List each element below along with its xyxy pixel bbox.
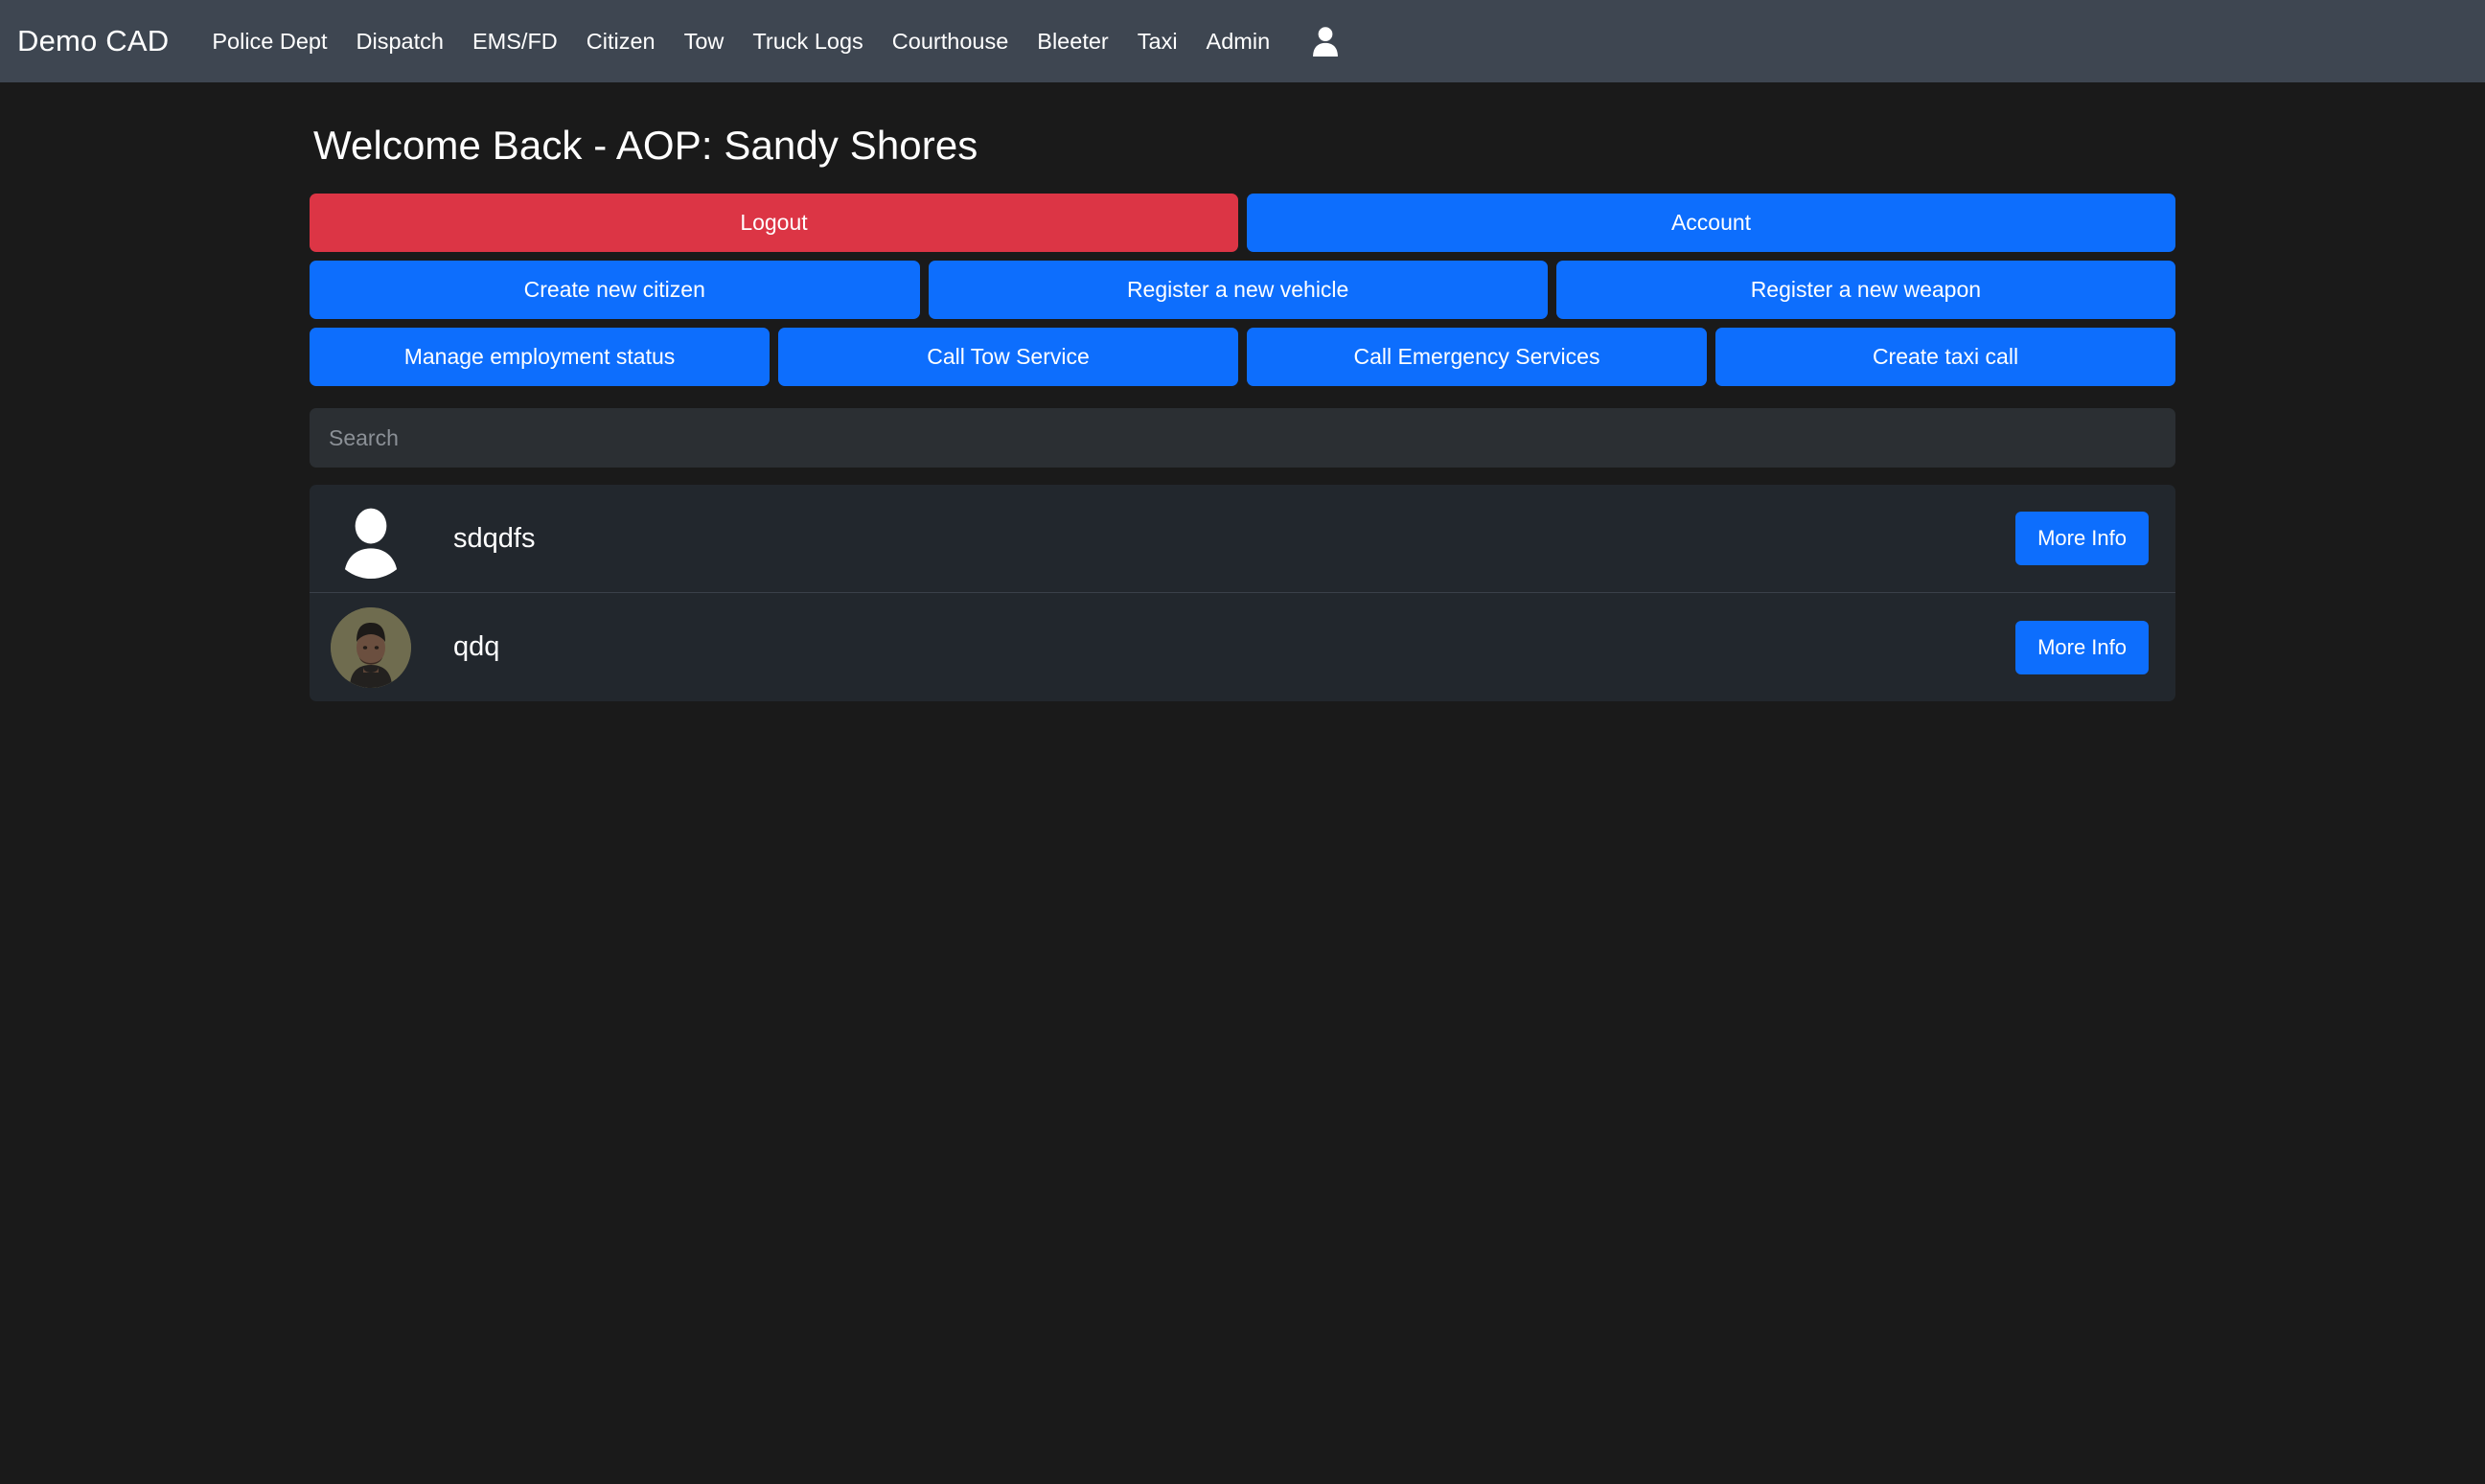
nav-link-tow[interactable]: Tow [670,29,739,55]
action-row-1: Logout Account [310,194,2175,252]
call-tow-service-button[interactable]: Call Tow Service [778,328,1238,386]
nav-link-dispatch[interactable]: Dispatch [342,29,458,55]
more-info-button[interactable]: More Info [2015,620,2149,674]
nav-link-ems-fd[interactable]: EMS/FD [458,29,572,55]
citizen-name: sdqdfs [453,522,536,554]
citizen-portrait-photo [331,606,411,688]
citizen-name: qdq [453,631,500,662]
citizen-list: sdqdfs More Info qdq More Info [310,485,2175,701]
citizen-list-item[interactable]: qdq More Info [310,593,2175,701]
action-row-2: Create new citizen Register a new vehicl… [310,261,2175,319]
content-container: Welcome Back - AOP: Sandy Shores Logout … [310,82,2175,701]
nav-link-citizen[interactable]: Citizen [572,29,670,55]
default-person-avatar-icon [331,498,411,579]
search-container [310,408,2175,468]
register-new-weapon-button[interactable]: Register a new weapon [1555,261,2175,319]
citizen-list-item[interactable]: sdqdfs More Info [310,485,2175,593]
manage-employment-status-button[interactable]: Manage employment status [310,328,770,386]
nav-link-admin[interactable]: Admin [1192,29,1285,55]
nav-links: Police Dept Dispatch EMS/FD Citizen Tow … [197,29,1284,55]
nav-link-courthouse[interactable]: Courthouse [878,29,1024,55]
action-row-3: Manage employment status Call Tow Servic… [310,328,2175,386]
call-emergency-services-button[interactable]: Call Emergency Services [1247,328,1707,386]
page-body: Welcome Back - AOP: Sandy Shores Logout … [0,82,2485,1484]
nav-link-bleeter[interactable]: Bleeter [1023,29,1122,55]
top-navbar: Demo CAD Police Dept Dispatch EMS/FD Cit… [0,0,2485,82]
page-title: Welcome Back - AOP: Sandy Shores [313,123,978,168]
user-account-icon[interactable] [1311,26,1340,57]
nav-link-truck-logs[interactable]: Truck Logs [738,29,877,55]
account-button[interactable]: Account [1247,194,2175,252]
brand-logo[interactable]: Demo CAD [17,24,169,58]
create-taxi-call-button[interactable]: Create taxi call [1715,328,2175,386]
more-info-button[interactable]: More Info [2015,512,2149,565]
nav-link-police-dept[interactable]: Police Dept [197,29,341,55]
create-new-citizen-button[interactable]: Create new citizen [310,261,920,319]
search-input[interactable] [310,408,2175,468]
logout-button[interactable]: Logout [310,194,1238,252]
nav-link-taxi[interactable]: Taxi [1123,29,1192,55]
register-new-vehicle-button[interactable]: Register a new vehicle [928,261,1548,319]
